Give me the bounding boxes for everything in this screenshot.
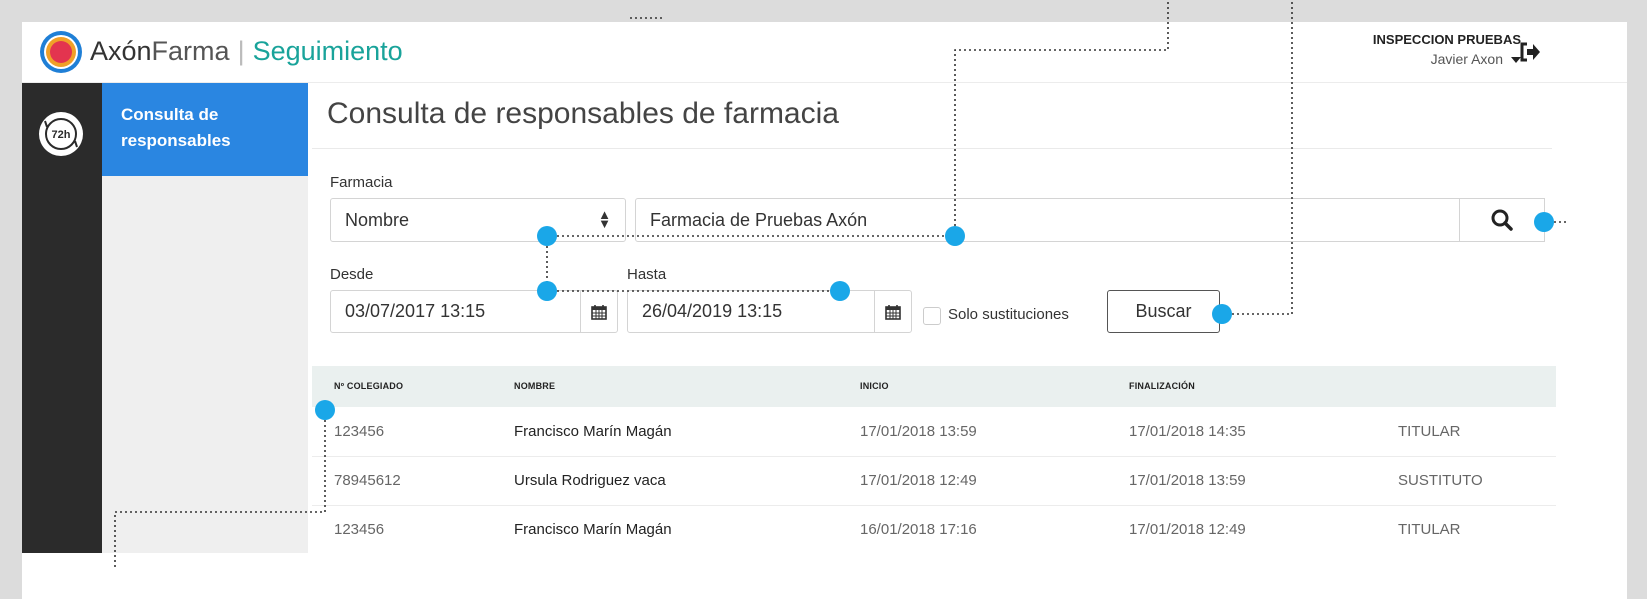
cell-nombre: Francisco Marín Magán	[514, 423, 672, 440]
table-row[interactable]: 123456 Francisco Marín Magán 17/01/2018 …	[312, 407, 1556, 457]
cell-finalizacion: 17/01/2018 12:49	[1129, 521, 1246, 538]
hasta-calendar-button[interactable]	[874, 291, 911, 332]
user-name-row: Javier Axon	[1373, 51, 1521, 67]
column-header-nombre[interactable]: NOMBRE	[514, 381, 555, 391]
user-menu[interactable]: INSPECCION PRUEBAS Javier Axon	[1373, 32, 1521, 67]
cell-finalizacion: 17/01/2018 14:35	[1129, 423, 1246, 440]
desde-date-input[interactable]: 03/07/2017 13:15	[330, 290, 618, 333]
cell-nombre: Ursula Rodriguez vaca	[514, 472, 666, 489]
table-row[interactable]: 123456 Francisco Marín Magán 16/01/2018 …	[312, 505, 1556, 554]
search-button[interactable]	[1459, 198, 1545, 242]
subnav-item-consulta-responsables[interactable]: Consulta de responsables	[102, 83, 308, 176]
brand-farma: Farma	[151, 36, 230, 66]
brand-separator: |	[237, 36, 245, 66]
cell-finalizacion: 17/01/2018 13:59	[1129, 472, 1246, 489]
select-arrows-icon: ▲ ▼	[598, 207, 611, 231]
cell-nombre: Francisco Marín Magán	[514, 521, 672, 538]
sub-navigation: Consulta de responsables	[102, 83, 308, 553]
brand-module: Seguimiento	[252, 36, 403, 66]
farmacia-search-value: Farmacia de Pruebas Axón	[650, 210, 868, 230]
column-header-inicio[interactable]: INICIO	[860, 381, 889, 391]
divider	[312, 148, 1552, 149]
cell-inicio: 17/01/2018 13:59	[860, 423, 977, 440]
cell-inicio: 17/01/2018 12:49	[860, 472, 977, 489]
search-by-select[interactable]: Nombre ▲ ▼	[330, 198, 626, 242]
brand-axon: Axón	[90, 36, 152, 66]
user-title: INSPECCION PRUEBAS	[1372, 32, 1521, 47]
app-header: AxónFarma | Seguimiento INSPECCION PRUEBAS…	[22, 22, 1627, 83]
column-header-finalizacion[interactable]: FINALIZACIÓN	[1129, 381, 1195, 391]
search-by-value: Nombre	[345, 210, 410, 230]
subnav-label-line1: Consulta de	[121, 105, 219, 124]
page-title: Consulta de responsables de farmacia	[327, 97, 839, 130]
app-rail: 72h	[22, 83, 102, 553]
farmacia-search-input[interactable]: Farmacia de Pruebas Axón	[635, 198, 1460, 242]
solo-sustituciones-checkbox[interactable]	[923, 307, 941, 325]
axon-logo-icon	[40, 31, 82, 73]
column-header-colegiado[interactable]: Nº COLEGIADO	[334, 381, 403, 391]
hasta-value: 26/04/2019 13:15	[642, 301, 783, 321]
sign-out-icon[interactable]	[1519, 42, 1541, 62]
solo-sustituciones-label[interactable]: Solo sustituciones	[948, 306, 1069, 323]
cell-colegiado: 123456	[334, 423, 385, 440]
calendar-icon	[591, 304, 607, 320]
cell-inicio: 16/01/2018 17:16	[860, 521, 977, 538]
calendar-icon	[885, 304, 901, 320]
brand-title[interactable]: AxónFarma | Seguimiento	[90, 34, 403, 68]
hasta-date-input[interactable]: 26/04/2019 13:15	[627, 290, 912, 333]
desde-label: Desde	[330, 266, 374, 283]
72h-clock-icon[interactable]: 72h	[38, 111, 84, 157]
farmacia-label: Farmacia	[330, 174, 393, 191]
cell-colegiado: 78945612	[334, 472, 401, 489]
cell-tipo: SUSTITUTO	[1398, 472, 1483, 489]
table-row[interactable]: 78945612 Ursula Rodriguez vaca 17/01/201…	[312, 456, 1556, 506]
table-header: Nº COLEGIADO NOMBRE INICIO FINALIZACIÓN	[312, 366, 1556, 407]
user-name: Javier Axon	[1430, 51, 1503, 67]
cell-tipo: TITULAR	[1398, 423, 1461, 440]
desde-calendar-button[interactable]	[580, 291, 617, 332]
rail-icon-text: 72h	[52, 129, 71, 141]
app-window: AxónFarma | Seguimiento INSPECCION PRUEBAS…	[22, 22, 1627, 599]
desde-value: 03/07/2017 13:15	[345, 301, 486, 321]
cell-tipo: TITULAR	[1398, 521, 1461, 538]
hasta-label: Hasta	[627, 266, 667, 283]
buscar-button[interactable]: Buscar	[1107, 290, 1220, 333]
subnav-label-line2: responsables	[121, 131, 231, 150]
cell-colegiado: 123456	[334, 521, 385, 538]
search-icon	[1491, 209, 1513, 231]
